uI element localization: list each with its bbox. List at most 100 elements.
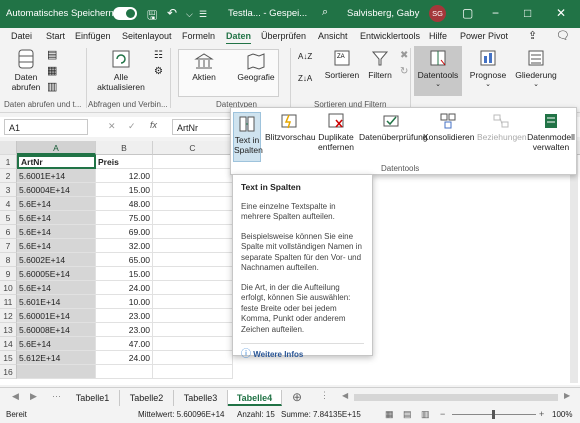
zoom-out-icon[interactable]: − <box>440 409 445 419</box>
cell-b[interactable] <box>96 365 153 379</box>
cell-a[interactable]: 5.60004E+14 <box>17 183 96 197</box>
row-header[interactable]: 13 <box>0 323 17 337</box>
cancel-icon[interactable]: ✕ <box>108 121 116 132</box>
check-icon[interactable]: ✓ <box>128 121 136 132</box>
cell-b[interactable]: 48.00 <box>96 197 153 211</box>
row-header[interactable]: 9 <box>0 267 17 281</box>
sort-za-icon[interactable]: Z↓A <box>298 74 312 83</box>
cell-a[interactable]: 5.60008E+14 <box>17 323 96 337</box>
cell-c[interactable] <box>153 211 233 225</box>
ribbon-display-icon[interactable]: ▢ <box>462 6 473 20</box>
datentools-button[interactable]: Datentools ⌄ <box>414 46 462 96</box>
avatar[interactable]: SG <box>429 5 446 22</box>
cell-b[interactable]: 24.00 <box>96 351 153 365</box>
h-scroll-right-icon[interactable]: ▶ <box>564 391 570 400</box>
row-header[interactable]: 10 <box>0 281 17 295</box>
cell-b[interactable]: Preis <box>96 155 153 169</box>
cell-c[interactable] <box>153 155 233 169</box>
cell-b[interactable]: 24.00 <box>96 281 153 295</box>
row-header[interactable]: 3 <box>0 183 17 197</box>
geografie-button[interactable]: Geografie <box>234 52 278 82</box>
cell-a[interactable]: 5.601E+14 <box>17 295 96 309</box>
insert-function-icon[interactable]: fx <box>150 120 157 130</box>
from-table-icon[interactable]: ▤ <box>47 48 57 61</box>
cell-b[interactable]: 47.00 <box>96 337 153 351</box>
column-header-a[interactable]: A <box>17 141 96 155</box>
cell-c[interactable] <box>153 239 233 253</box>
autosave-toggle[interactable] <box>113 7 137 20</box>
cell-c[interactable] <box>153 351 233 365</box>
more-options-icon[interactable]: ⋮ <box>320 390 329 401</box>
save-icon[interactable]: 🖫 <box>147 6 157 27</box>
cell-b[interactable]: 15.00 <box>96 183 153 197</box>
zoom-in-icon[interactable]: + <box>539 409 544 419</box>
select-all[interactable] <box>0 141 17 155</box>
row-header[interactable]: 7 <box>0 239 17 253</box>
cell-b[interactable]: 23.00 <box>96 309 153 323</box>
cell-c[interactable] <box>153 225 233 239</box>
cell-a[interactable]: 5.6E+14 <box>17 211 96 225</box>
sheet-tab-tabelle2[interactable]: Tabelle2 <box>120 390 174 406</box>
comments-icon[interactable]: 🗨 <box>556 29 570 42</box>
customize-toolbar-icon[interactable]: ☰ <box>199 9 207 20</box>
cell-a[interactable]: 5.6E+14 <box>17 337 96 351</box>
cell-c[interactable] <box>153 281 233 295</box>
tab-power-pivot[interactable]: Power Pivot <box>460 31 508 41</box>
cell-c[interactable] <box>153 365 233 379</box>
close-icon[interactable]: ✕ <box>556 6 566 20</box>
row-header[interactable]: 2 <box>0 169 17 183</box>
cell-c[interactable] <box>153 253 233 267</box>
cell-c[interactable] <box>153 309 233 323</box>
horizontal-scrollbar[interactable] <box>354 394 558 401</box>
gliederung-button[interactable]: Gliederung ⌄ <box>512 48 560 90</box>
row-header[interactable]: 15 <box>0 351 17 365</box>
column-header-b[interactable]: B <box>96 141 153 155</box>
cell-c[interactable] <box>153 183 233 197</box>
recent-sources-icon[interactable]: ▦ <box>47 64 57 77</box>
undo-icon[interactable]: ↶ <box>167 6 177 20</box>
row-header[interactable]: 14 <box>0 337 17 351</box>
cell-a[interactable]: 5.6002E+14 <box>17 253 96 267</box>
add-sheet-icon[interactable]: ⊕ <box>292 390 302 404</box>
tab-einfuegen[interactable]: Einfügen <box>75 31 111 41</box>
normal-view-icon[interactable]: ▦ <box>385 409 394 420</box>
cell-b[interactable]: 65.00 <box>96 253 153 267</box>
cell-c[interactable] <box>153 169 233 183</box>
column-header-c[interactable]: C <box>153 141 233 155</box>
name-box[interactable]: A1 <box>4 119 88 135</box>
minimize-icon[interactable]: − <box>492 6 499 20</box>
cell-b[interactable]: 32.00 <box>96 239 153 253</box>
cell-a[interactable]: 5.6E+14 <box>17 225 96 239</box>
datenueberpruefung-button[interactable]: Datenüberprüfung <box>359 112 428 142</box>
page-break-view-icon[interactable]: ▥ <box>421 409 430 420</box>
tooltip-more-info[interactable]: ⓘ Weitere Infos <box>241 343 364 361</box>
konsolidieren-button[interactable]: Konsolidieren <box>423 112 475 142</box>
tab-start[interactable]: Start <box>46 31 65 41</box>
cell-c[interactable] <box>153 337 233 351</box>
existing-connections-icon[interactable]: ▥ <box>47 80 57 93</box>
sort-az-icon[interactable]: A↓Z <box>298 52 312 61</box>
scroll-left-icon[interactable]: ◀ <box>12 391 19 402</box>
row-header[interactable]: 16 <box>0 365 17 379</box>
search-icon[interactable]: ⌕ <box>322 6 328 19</box>
tab-formeln[interactable]: Formeln <box>182 31 215 41</box>
tab-entwicklertools[interactable]: Entwicklertools <box>360 31 420 41</box>
cell-b[interactable]: 15.00 <box>96 267 153 281</box>
cell-c[interactable] <box>153 267 233 281</box>
row-header[interactable]: 11 <box>0 295 17 309</box>
clear-filter-icon[interactable]: ✖ <box>400 50 408 61</box>
cell-b[interactable]: 69.00 <box>96 225 153 239</box>
cell-a[interactable]: 5.6E+14 <box>17 281 96 295</box>
sheet-tab-tabelle4[interactable]: Tabelle4 <box>228 390 282 406</box>
prognose-button[interactable]: Prognose ⌄ <box>466 48 510 90</box>
cell-a[interactable]: ArtNr <box>17 155 96 169</box>
vertical-scrollbar[interactable] <box>570 155 578 383</box>
tab-datei[interactable]: Datei <box>11 31 32 41</box>
cell-a[interactable]: 5.60001E+14 <box>17 309 96 323</box>
tab-hilfe[interactable]: Hilfe <box>429 31 447 41</box>
scroll-right-icon[interactable]: ▶ <box>30 391 37 402</box>
daten-abrufen-button[interactable]: Daten abrufen <box>8 48 44 92</box>
cell-b[interactable]: 75.00 <box>96 211 153 225</box>
row-header[interactable]: 8 <box>0 253 17 267</box>
cell-a[interactable] <box>17 365 96 379</box>
